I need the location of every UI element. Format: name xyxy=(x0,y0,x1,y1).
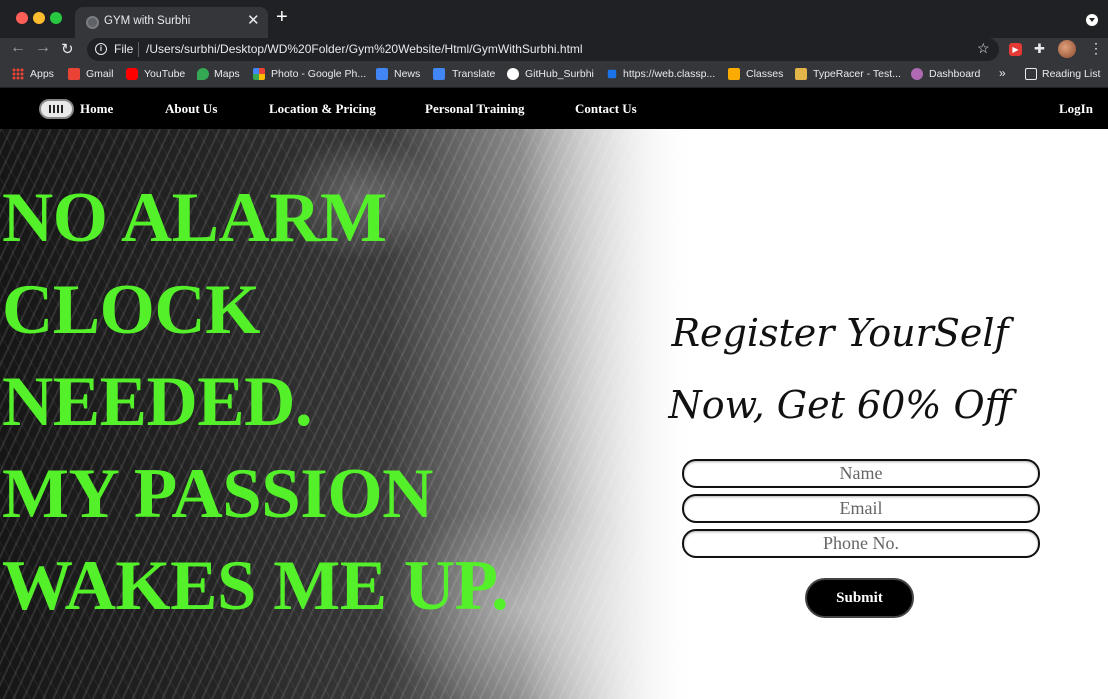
hero-section: NO ALARM CLOCK NEEDED. MY PASSION WAKES … xyxy=(0,129,1108,699)
forward-arrow-icon[interactable]: → xyxy=(35,39,51,57)
url-text[interactable]: /Users/surbhi/Desktop/WD%20Folder/Gym%20… xyxy=(146,42,583,56)
nav-location-pricing[interactable]: Location & Pricing xyxy=(269,101,376,117)
address-bar-divider xyxy=(138,42,139,57)
youtube-icon xyxy=(126,68,138,80)
translate-icon xyxy=(433,68,445,80)
headline-line: CLOCK xyxy=(2,271,260,349)
nav-personal-training[interactable]: Personal Training xyxy=(425,101,525,117)
extensions-puzzle-icon[interactable]: ✚ xyxy=(1034,41,1045,57)
nav-home[interactable]: Home xyxy=(80,101,113,117)
apps-grid-icon xyxy=(12,68,24,80)
name-input[interactable] xyxy=(682,459,1040,488)
bookmark-dashboard[interactable]: Dashboard xyxy=(929,68,980,80)
reading-list-icon xyxy=(1025,68,1037,80)
info-icon[interactable]: i xyxy=(95,43,107,55)
bookmark-typeracer[interactable]: TypeRacer - Test... xyxy=(813,68,901,80)
hero-headline: NO ALARM CLOCK NEEDED. MY PASSION WAKES … xyxy=(2,172,622,632)
nav-contact-us[interactable]: Contact Us xyxy=(575,101,637,117)
bookmark-star-icon[interactable]: ☆ xyxy=(977,40,990,57)
bookmark-google-photos[interactable]: Photo - Google Ph... xyxy=(271,68,366,80)
window-minimize-button[interactable] xyxy=(33,12,45,24)
gym-logo[interactable] xyxy=(39,99,74,119)
classroom-icon xyxy=(728,68,740,80)
back-arrow-icon[interactable]: ← xyxy=(10,39,26,57)
github-icon xyxy=(507,68,519,80)
menu-kebab-icon[interactable]: ⋮ xyxy=(1089,40,1103,57)
maps-icon xyxy=(197,68,209,80)
bookmark-youtube[interactable]: YouTube xyxy=(144,68,185,80)
nav-about-us[interactable]: About Us xyxy=(165,101,217,117)
browser-titlebar: GYM with Surbhi ✕ + xyxy=(0,0,1108,38)
bookmark-classes[interactable]: Classes xyxy=(746,68,783,80)
bookmark-gmail[interactable]: Gmail xyxy=(86,68,113,80)
gmail-icon xyxy=(68,68,80,80)
news-icon xyxy=(376,68,388,80)
bookmarks-bar: Apps Gmail YouTube Maps Photo - Google P… xyxy=(0,62,1108,88)
headline-line: WAKES ME UP. xyxy=(2,547,509,625)
classpro-icon xyxy=(607,69,617,79)
reading-list-button[interactable]: Reading List xyxy=(1042,68,1100,80)
nav-login[interactable]: LogIn xyxy=(1059,101,1093,117)
bookmarks-overflow-button[interactable]: » xyxy=(999,66,1006,80)
bookmark-news[interactable]: News xyxy=(394,68,420,80)
bookmark-maps[interactable]: Maps xyxy=(214,68,240,80)
tab-search-icon[interactable] xyxy=(1086,14,1098,26)
address-bar[interactable]: i File /Users/surbhi/Desktop/WD%20Folder… xyxy=(87,38,999,61)
dashboard-icon xyxy=(911,68,923,80)
tab-close-icon[interactable]: ✕ xyxy=(247,11,260,29)
google-photos-icon xyxy=(253,68,265,80)
file-label: File xyxy=(114,42,134,56)
register-heading-line-2: Now, Get 60% Off xyxy=(668,383,1012,427)
browser-toolbar: ← → ↻ i File /Users/surbhi/Desktop/WD%20… xyxy=(0,38,1108,62)
submit-button[interactable]: Submit xyxy=(805,578,914,618)
register-heading: Register YourSelf Now, Get 60% Off xyxy=(620,297,1060,441)
register-heading-line-1: Register YourSelf xyxy=(671,311,1009,355)
typeracer-icon xyxy=(795,68,807,80)
headline-line: NO ALARM xyxy=(2,179,387,257)
window-close-button[interactable] xyxy=(16,12,28,24)
profile-avatar[interactable] xyxy=(1058,40,1076,58)
phone-input[interactable] xyxy=(682,529,1040,558)
tab-favicon-icon xyxy=(86,16,99,29)
bookmark-github[interactable]: GitHub_Surbhi xyxy=(525,68,594,80)
tab-title: GYM with Surbhi xyxy=(104,15,191,27)
bookmark-apps[interactable]: Apps xyxy=(30,68,54,80)
bookmark-classpro[interactable]: https://web.classp... xyxy=(623,68,715,80)
bookmark-translate[interactable]: Translate xyxy=(452,68,495,80)
browser-tab[interactable]: GYM with Surbhi ✕ xyxy=(75,7,268,38)
new-tab-button[interactable]: + xyxy=(276,7,288,27)
reload-icon[interactable]: ↻ xyxy=(61,40,74,58)
site-navbar: Home About Us Location & Pricing Persona… xyxy=(0,89,1108,129)
window-maximize-button[interactable] xyxy=(50,12,62,24)
headline-line: NEEDED. xyxy=(2,363,313,441)
extension-icon[interactable]: ▶ xyxy=(1009,43,1022,56)
email-input[interactable] xyxy=(682,494,1040,523)
headline-line: MY PASSION xyxy=(2,455,433,533)
